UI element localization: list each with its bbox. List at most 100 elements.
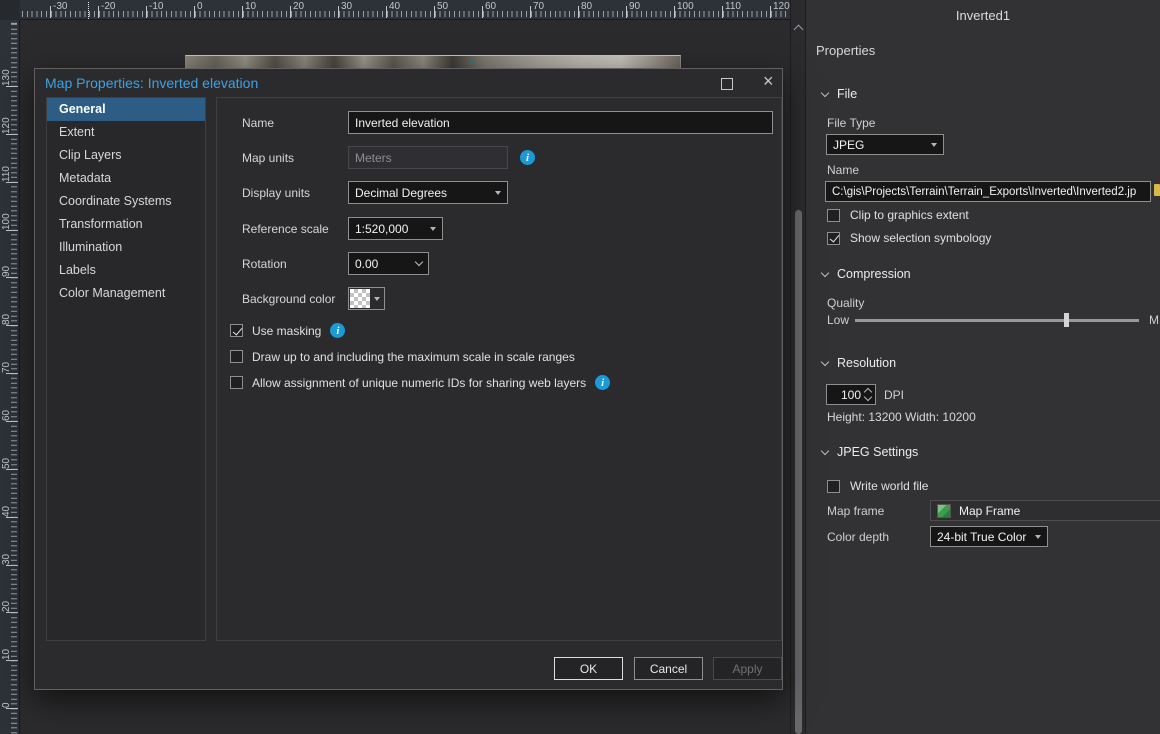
section-resolution[interactable]: Resolution [822,356,896,370]
reference-scale-value: 1:520,000 [355,222,408,236]
ruler-tick-label: 60 [1,401,12,421]
properties-header: Properties [816,43,875,58]
map-frame-value: Map Frame [959,504,1020,518]
info-icon[interactable] [330,323,345,338]
ruler-tick-label: 80 [581,1,592,12]
ruler-left[interactable]: 1301201101009080706050403020100-10 [0,20,20,734]
chevron-down-icon [821,446,829,454]
ruler-tick [6,325,18,326]
dialog-tab-list: GeneralExtentClip LayersMetadataCoordina… [46,97,206,641]
map-frame-icon [937,504,951,518]
map-preview-strip [185,55,681,68]
ruler-top[interactable]: -30-20-100102030405060708090100110120 [20,0,792,20]
map-units-label: Map units [242,151,294,165]
file-type-dropdown[interactable]: JPEG [826,134,944,155]
color-depth-label: Color depth [827,530,889,544]
ruler-tick [674,6,675,18]
map-name-input[interactable]: Inverted elevation [348,111,773,134]
section-jpeg-settings[interactable]: JPEG Settings [822,445,918,459]
ruler-tick-label: 110 [1,162,12,182]
display-units-dropdown[interactable]: Decimal Degrees [348,181,508,204]
checkbox-row-use-masking: Use masking [230,323,770,338]
tab-extent[interactable]: Extent [47,121,205,144]
ruler-tick [98,6,99,18]
section-compression[interactable]: Compression [822,267,911,281]
ruler-tick-label: 70 [1,353,12,373]
dialog-checkbox-group: Use masking Draw up to and including the … [230,323,770,401]
map-properties-dialog: Map Properties: Inverted elevation × Gen… [34,68,783,690]
ruler-tick-label: 50 [437,1,448,12]
ruler-tick [6,86,18,87]
world-file-checkbox[interactable] [827,480,840,493]
info-icon[interactable] [520,150,535,165]
display-units-value: Decimal Degrees [355,186,447,200]
background-color-picker[interactable] [348,287,385,310]
ruler-tick-label: 90 [629,1,640,12]
checkbox-row-allow-assignment-of-unique-numeric-ids-for-sharing-web-layers: Allow assignment of unique numeric IDs f… [230,375,770,390]
dpi-spinner[interactable]: 100 [826,384,876,405]
ruler-tick [578,6,579,18]
tab-coordinate-systems[interactable]: Coordinate Systems [47,190,205,213]
ruler-tick-label: 0 [197,1,203,12]
dpi-value: 100 [841,388,861,402]
ruler-tick-label: -20 [101,1,115,12]
ruler-tick-label: 130 [1,66,12,86]
scrollbar-thumb[interactable] [795,210,802,734]
reference-scale-label: Reference scale [242,222,329,236]
checkbox-use-masking[interactable] [230,324,243,337]
clip-graphics-label: Clip to graphics extent [850,208,969,222]
ruler-tick-label: 120 [773,1,790,12]
info-icon[interactable] [595,375,610,390]
scroll-up-icon[interactable] [794,25,804,35]
map-frame-dropdown[interactable]: Map Frame [930,500,1160,521]
quality-slider-track[interactable] [855,319,1139,322]
selection-symbology-checkbox[interactable] [827,232,840,245]
chevron-down-icon [931,143,937,147]
file-name-label: Name [827,163,859,177]
document-title: Inverted1 [806,8,1160,23]
rotation-combo[interactable]: 0.00 [348,252,429,275]
tab-color-management[interactable]: Color Management [47,282,205,305]
map-name-value: Inverted elevation [355,116,450,130]
browse-folder-icon[interactable] [1154,186,1160,196]
vertical-scrollbar[interactable] [790,0,806,734]
chevron-down-icon [430,227,436,231]
world-file-row: Write world file [827,479,928,493]
clip-graphics-checkbox[interactable] [827,209,840,222]
ruler-tick-label: 0 [1,688,12,708]
tab-metadata[interactable]: Metadata [47,167,205,190]
map-frame-label: Map frame [827,504,884,518]
ruler-tick-label: 120 [1,114,12,134]
checkbox-row-draw-up-to-and-including-the-maximum-scale-in-scale-ranges: Draw up to and including the maximum sca… [230,349,770,364]
section-label: JPEG Settings [837,445,918,459]
reference-scale-dropdown[interactable]: 1:520,000 [348,217,443,240]
spinner-arrows-icon[interactable] [865,389,871,400]
ruler-tick-label: 70 [533,1,544,12]
close-icon[interactable]: × [763,71,774,91]
quality-slider-thumb[interactable] [1064,313,1069,327]
tab-general[interactable]: General [47,98,205,121]
ok-button[interactable]: OK [554,657,623,680]
section-file[interactable]: File [822,87,857,101]
ruler-tick [482,6,483,18]
ruler-tick-label: 40 [1,497,12,517]
chevron-down-icon [821,88,829,96]
apply-button[interactable]: Apply [713,657,782,680]
maximize-icon[interactable] [721,78,733,90]
tab-transformation[interactable]: Transformation [47,213,205,236]
file-path-input[interactable]: C:\gis\Projects\Terrain\Terrain_Exports\… [825,181,1151,202]
rotation-value: 0.00 [355,257,378,271]
file-path-value: C:\gis\Projects\Terrain\Terrain_Exports\… [832,186,1136,198]
map-units-input: Meters [348,146,508,169]
section-label: Compression [837,267,911,281]
arcgis-pro-window: -30-20-100102030405060708090100110120 13… [0,0,1160,734]
checkbox-draw-up-to-and-including-the-maximum-scale-in-scale-ranges[interactable] [230,350,243,363]
tab-clip-layers[interactable]: Clip Layers [47,144,205,167]
output-size-text: Height: 13200 Width: 10200 [827,410,976,424]
tab-labels[interactable]: Labels [47,259,205,282]
checkbox-label: Use masking [252,324,321,338]
checkbox-allow-assignment-of-unique-numeric-ids-for-sharing-web-layers[interactable] [230,376,243,389]
color-depth-dropdown[interactable]: 24-bit True Color [930,526,1048,547]
cancel-button[interactable]: Cancel [634,657,703,680]
tab-illumination[interactable]: Illumination [47,236,205,259]
